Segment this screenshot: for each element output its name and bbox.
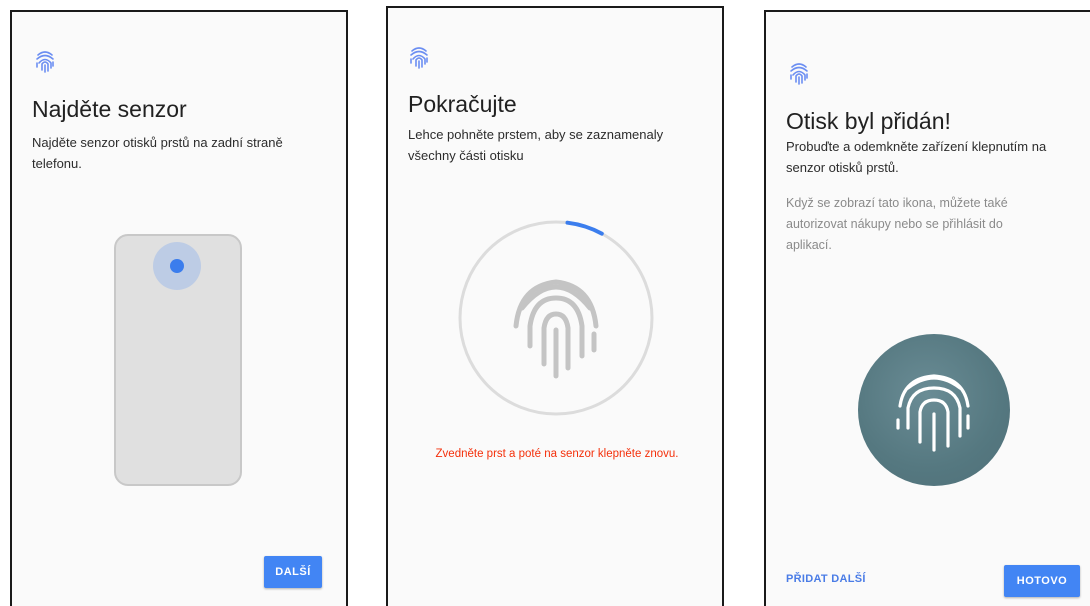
next-button[interactable]: DALŠÍ (264, 556, 322, 588)
page-title: Najděte senzor (32, 96, 187, 122)
page-description: Probuďte a odemkněte zařízení klepnutím … (786, 139, 1047, 175)
error-message: Zvedněte prst a poté na senzor klepněte … (435, 448, 679, 460)
page-description: Najděte senzor otisků prstů na zadní str… (32, 135, 283, 171)
fingerprint-icon (408, 44, 430, 70)
screen-continue: Pokračujte Lehce pohněte prstem, aby se … (386, 6, 724, 606)
fingerprint-outline-icon (513, 279, 599, 379)
done-button[interactable]: HOTOVO (1004, 565, 1080, 597)
fingerprint-badge (858, 334, 1010, 486)
sensor-dot-icon (170, 259, 184, 273)
enrollment-progress-ring (458, 220, 654, 416)
screen-fingerprint-added: Otisk byl přidán! Probuďte a odemkněte z… (764, 10, 1090, 606)
secondary-description: Když se zobrazí tato ikona, můžete také … (786, 196, 1008, 252)
progress-arc (565, 220, 604, 236)
fingerprint-white-icon (896, 374, 970, 452)
page-title: Pokračujte (408, 91, 517, 117)
screen-find-sensor: Najděte senzor Najděte senzor otisků prs… (10, 10, 348, 606)
page-title: Otisk byl přidán! (786, 108, 951, 134)
page-description: Lehce pohněte prstem, aby se zaznamenaly… (408, 127, 664, 163)
fingerprint-icon (788, 60, 810, 86)
add-another-button[interactable]: PŘIDAT DALŠÍ (786, 573, 866, 585)
fingerprint-icon (34, 48, 56, 74)
